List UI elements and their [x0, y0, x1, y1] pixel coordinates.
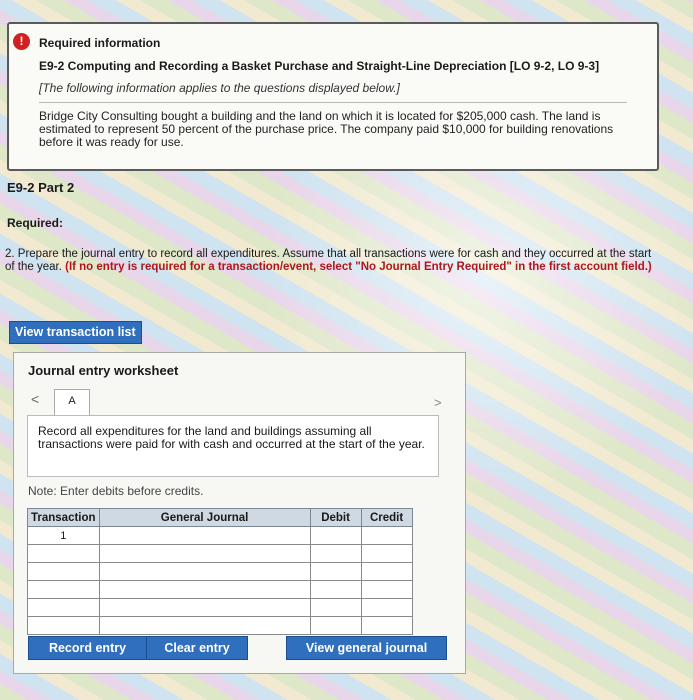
worksheet-title: Journal entry worksheet	[28, 363, 179, 378]
account-field[interactable]	[98, 526, 311, 545]
alert-icon: !	[13, 33, 30, 50]
column-general-journal: General Journal	[98, 508, 311, 527]
debits-credits-note: Note: Enter debits before credits.	[28, 484, 204, 498]
transaction-cell	[27, 544, 100, 563]
problem-text: Bridge City Consulting bought a building…	[39, 109, 614, 149]
transaction-cell	[27, 616, 100, 635]
transaction-cell	[27, 580, 100, 599]
debit-field[interactable]	[309, 580, 362, 599]
account-field[interactable]	[98, 544, 311, 563]
column-transaction: Transaction	[27, 508, 100, 527]
credit-field[interactable]	[360, 580, 413, 599]
divider	[39, 102, 627, 103]
column-debit: Debit	[309, 508, 362, 527]
required-information-label: Required information	[39, 36, 161, 50]
exercise-title: E9-2 Computing and Recording a Basket Pu…	[39, 59, 600, 73]
credit-field[interactable]	[360, 544, 413, 563]
instruction: 2. Prepare the journal entry to record a…	[5, 248, 655, 273]
table-row	[27, 580, 413, 599]
account-field[interactable]	[98, 562, 311, 581]
part-label: E9-2 Part 2	[7, 180, 75, 195]
table-row	[27, 598, 413, 617]
journal-table: Transaction General Journal Debit Credit…	[27, 508, 413, 635]
view-general-journal-button[interactable]: View general journal	[286, 636, 447, 660]
clear-entry-button[interactable]: Clear entry	[146, 636, 248, 660]
transaction-cell	[27, 562, 100, 581]
chevron-right-icon[interactable]: >	[434, 395, 442, 410]
tab-a[interactable]: A	[54, 389, 90, 416]
journal-entry-worksheet: Journal entry worksheet < A > Record all…	[13, 352, 466, 674]
table-row	[27, 562, 413, 581]
credit-field[interactable]	[360, 598, 413, 617]
instruction-red-note: (If no entry is required for a transacti…	[65, 260, 652, 273]
account-field[interactable]	[98, 580, 311, 599]
column-credit: Credit	[360, 508, 413, 527]
view-transaction-list-button[interactable]: View transaction list	[9, 321, 142, 344]
account-field[interactable]	[98, 598, 311, 617]
credit-field[interactable]	[360, 562, 413, 581]
debit-field[interactable]	[309, 598, 362, 617]
debit-field[interactable]	[309, 526, 362, 545]
transaction-cell: 1	[27, 526, 100, 545]
required-information-panel: ! Required information E9-2 Computing an…	[7, 22, 659, 171]
transaction-cell	[27, 598, 100, 617]
table-row: 1	[27, 526, 413, 545]
debit-field[interactable]	[309, 616, 362, 635]
debit-field[interactable]	[309, 544, 362, 563]
account-field[interactable]	[98, 616, 311, 635]
info-note: [The following information applies to th…	[39, 81, 400, 95]
table-row	[27, 616, 413, 635]
record-entry-button[interactable]: Record entry	[28, 636, 147, 660]
credit-field[interactable]	[360, 526, 413, 545]
chevron-left-icon[interactable]: <	[31, 391, 39, 407]
debit-field[interactable]	[309, 562, 362, 581]
table-row	[27, 544, 413, 563]
entry-description: Record all expenditures for the land and…	[27, 415, 439, 477]
required-label: Required:	[7, 216, 64, 230]
credit-field[interactable]	[360, 616, 413, 635]
